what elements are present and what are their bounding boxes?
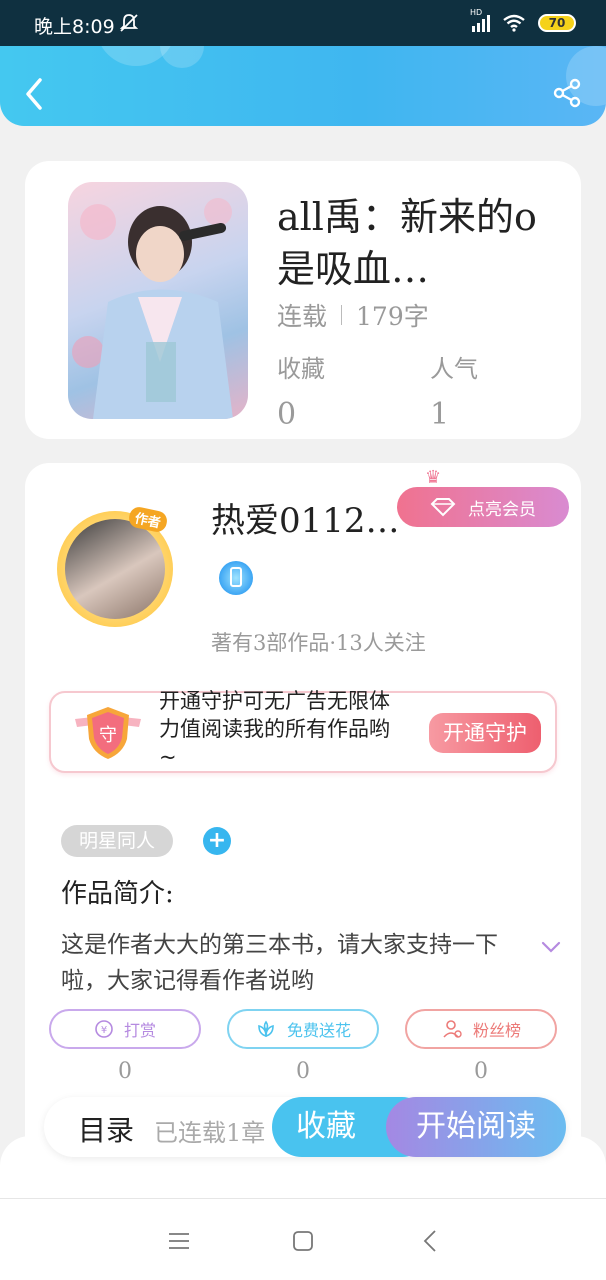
meta-divider (341, 305, 343, 325)
vip-activate-button[interactable]: 点亮会员 (397, 487, 569, 527)
diamond-icon (430, 498, 456, 517)
tip-count: 0 (118, 1059, 132, 1084)
book-status: 连载 (277, 302, 328, 331)
catalog-button[interactable]: 目录 (78, 1109, 134, 1149)
author-avatar[interactable]: 作者 (53, 505, 181, 635)
fan-ranking-button[interactable]: 粉丝榜 (405, 1009, 557, 1049)
favorites-stat-value: 0 (277, 397, 297, 432)
author-name[interactable]: 热爱0112… (211, 493, 400, 542)
book-cover-image[interactable] (68, 182, 248, 419)
author-card: 作者 热爱0112… ♛ 点亮会员 著有3部作品·13人关注 守 开通守护可无广… (25, 463, 581, 1203)
header: 晚上8:09 HD 70 (0, 0, 606, 126)
share-icon[interactable] (552, 78, 582, 108)
intro-title: 作品简介: (61, 879, 174, 909)
guard-banner: 守 开通守护可无广告无限体力值阅读我的所有作品哟~ 开通守护 (49, 689, 557, 773)
popularity-stat-value: 1 (430, 397, 450, 432)
avatar (65, 519, 165, 619)
menu-icon[interactable] (165, 1227, 193, 1255)
signal-icon: HD (470, 8, 490, 32)
back-arrow-icon[interactable] (20, 76, 50, 112)
favorites-stat-label: 收藏 (277, 355, 325, 383)
crown-icon: ♛ (425, 467, 442, 488)
fans-icon (443, 1020, 462, 1038)
back-icon[interactable] (417, 1227, 445, 1255)
fan-ranking-label: 粉丝榜 (472, 1021, 521, 1040)
home-icon[interactable] (289, 1227, 317, 1255)
phone-badge-icon (219, 561, 253, 595)
book-word-count: 179字 (356, 302, 429, 331)
bottom-action-bar: 目录 已连载1章 收藏 开始阅读 (44, 1097, 566, 1157)
book-meta: 连载 179字 (277, 297, 429, 333)
wifi-icon (503, 14, 525, 32)
guard-shield-icon: 守 (75, 707, 141, 759)
send-flower-button[interactable]: 免费送花 (227, 1009, 379, 1049)
battery-icon: 70 (538, 14, 576, 32)
status-time: 晚上8:09 (34, 16, 115, 38)
flower-icon (258, 1020, 274, 1038)
fan-count: 0 (474, 1059, 488, 1084)
tip-button[interactable]: ¥ 打赏 (49, 1009, 201, 1049)
network-type: HD (470, 8, 483, 17)
book-info-card: all禹：新来的o是吸血… 连载 179字 收藏 0 人气 1 (25, 161, 581, 439)
send-flower-label: 免费送花 (286, 1021, 351, 1040)
flower-count: 0 (296, 1059, 310, 1084)
svg-text:¥: ¥ (101, 1025, 107, 1036)
expand-chevron-icon[interactable] (540, 939, 562, 955)
popularity-stat-label: 人气 (430, 355, 478, 383)
vip-label: 点亮会员 (468, 499, 536, 520)
status-bar: 晚上8:09 HD 70 (0, 0, 606, 46)
status-indicators: HD 70 (470, 8, 576, 32)
add-tag-button[interactable]: + (203, 827, 231, 855)
mute-bell-icon (119, 14, 139, 32)
start-reading-button[interactable]: 开始阅读 (386, 1097, 566, 1157)
open-guard-button[interactable]: 开通守护 (429, 713, 541, 753)
book-title: all禹：新来的o是吸血… (277, 195, 537, 291)
tip-label: 打赏 (123, 1021, 156, 1040)
system-nav-bar (0, 1198, 606, 1280)
author-works-summary: 著有3部作品·13人关注 (211, 631, 426, 655)
category-tag[interactable]: 明星同人 (61, 825, 173, 857)
catalog-status: 已连载1章 (154, 1119, 266, 1147)
cover-artwork (72, 198, 233, 419)
guard-icon-char: 守 (99, 725, 117, 746)
coin-icon: ¥ (95, 1020, 113, 1038)
guard-description: 开通守护可无广告无限体力值阅读我的所有作品哟~ (159, 689, 390, 769)
intro-text: 这是作者大大的第三本书，请大家支持一下啦，大家记得看作者说哟 (61, 932, 498, 994)
